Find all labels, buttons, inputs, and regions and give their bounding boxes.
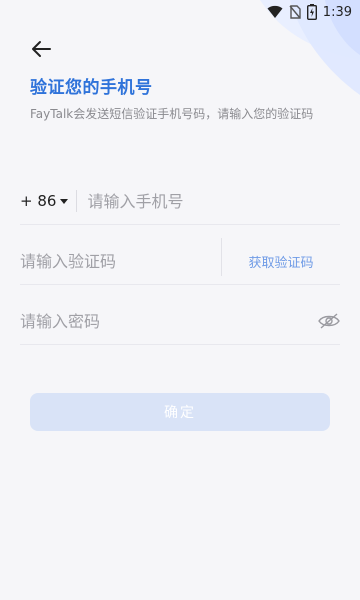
eye-off-icon (318, 313, 340, 329)
back-button[interactable] (26, 36, 56, 62)
confirm-button[interactable]: 确定 (30, 393, 330, 431)
status-bar: 1:39 (0, 0, 360, 24)
divider (76, 190, 78, 212)
arrow-left-icon (32, 41, 51, 57)
country-code-label: + 86 (20, 192, 57, 210)
phone-input[interactable] (87, 191, 340, 211)
status-time: 1:39 (322, 4, 352, 20)
password-row (20, 298, 340, 345)
code-row: 获取验证码 (20, 238, 340, 285)
country-code-selector[interactable]: + 86 (20, 192, 76, 210)
sim-off-icon (289, 5, 301, 19)
page-title: 验证您的手机号 (30, 78, 153, 98)
page-subtitle: FayTalk会发送短信验证手机号码，请输入您的验证码 (30, 107, 314, 121)
phone-row: + 86 (20, 178, 340, 225)
battery-charging-icon (306, 4, 317, 20)
password-visibility-toggle[interactable] (318, 310, 340, 332)
password-input[interactable] (20, 311, 318, 331)
caret-down-icon (60, 198, 69, 204)
verification-code-input[interactable] (20, 251, 221, 271)
get-code-button[interactable]: 获取验证码 (222, 252, 340, 271)
wifi-icon (267, 5, 283, 18)
